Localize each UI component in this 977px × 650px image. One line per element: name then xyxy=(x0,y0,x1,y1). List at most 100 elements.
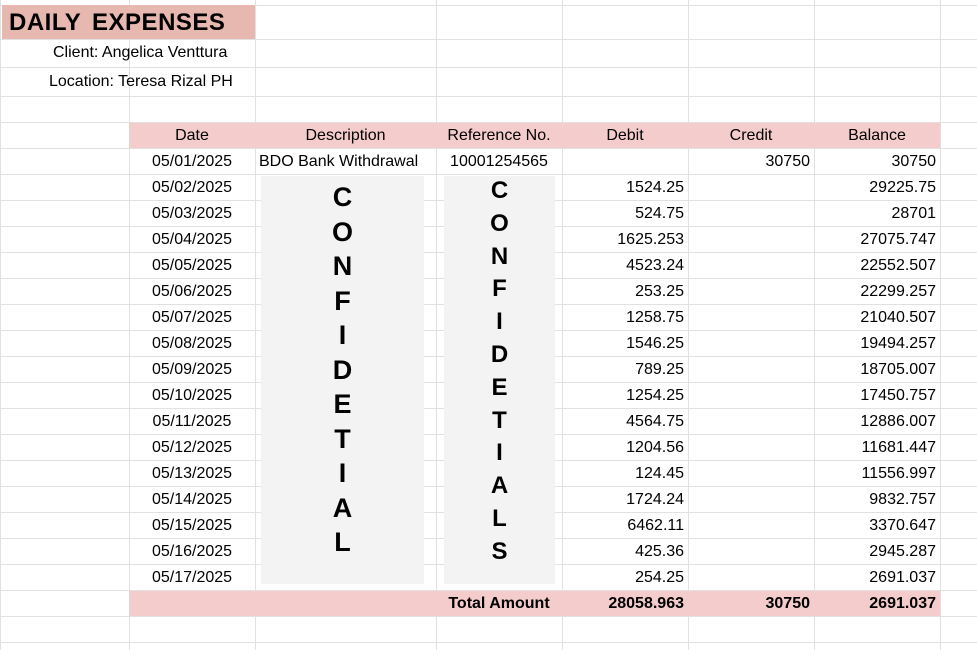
credit-cell[interactable] xyxy=(688,201,814,226)
date-cell[interactable]: 05/08/2025 xyxy=(129,331,255,356)
column-header-description[interactable]: Description xyxy=(255,123,436,148)
debit-cell[interactable]: 1254.25 xyxy=(562,383,688,408)
date-cell[interactable]: 05/09/2025 xyxy=(129,357,255,382)
column-header-balance[interactable]: Balance xyxy=(814,123,940,148)
balance-cell[interactable]: 11681.447 xyxy=(814,435,940,460)
date-cell[interactable]: 05/02/2025 xyxy=(129,175,255,200)
debit-cell[interactable]: 1204.56 xyxy=(562,435,688,460)
date-cell[interactable]: 05/05/2025 xyxy=(129,253,255,278)
spreadsheet-sheet[interactable]: DAILY EXPENSES Client: Angelica Venttura… xyxy=(0,0,977,650)
mask-letter: A xyxy=(332,492,353,523)
balance-cell[interactable]: 21040.507 xyxy=(814,305,940,330)
date-cell[interactable]: 05/03/2025 xyxy=(129,201,255,226)
credit-cell[interactable] xyxy=(688,435,814,460)
column-header-debit[interactable]: Debit xyxy=(562,123,688,148)
mask-letter: C xyxy=(332,182,353,212)
debit-cell[interactable]: 1724.24 xyxy=(562,487,688,512)
date-cell[interactable]: 05/04/2025 xyxy=(129,227,255,252)
debit-cell[interactable]: 789.25 xyxy=(562,357,688,382)
mask-letter: I xyxy=(496,308,503,336)
mask-letter: T xyxy=(334,423,351,454)
sheet-title[interactable]: DAILY EXPENSES xyxy=(2,5,255,39)
balance-cell[interactable]: 11556.997 xyxy=(814,461,940,486)
mask-letter: L xyxy=(334,527,351,557)
credit-cell[interactable]: 30750 xyxy=(688,149,814,174)
debit-cell[interactable]: 6462.11 xyxy=(562,513,688,538)
date-cell[interactable]: 05/01/2025 xyxy=(129,149,255,174)
description-redaction: CONFIDETIAL xyxy=(261,176,424,584)
credit-cell[interactable] xyxy=(688,409,814,434)
date-cell[interactable]: 05/10/2025 xyxy=(129,383,255,408)
credit-cell[interactable] xyxy=(688,487,814,512)
debit-cell[interactable]: 425.36 xyxy=(562,539,688,564)
total-label[interactable]: Total Amount xyxy=(436,591,562,616)
total-row-blank-description[interactable] xyxy=(255,591,436,616)
credit-cell[interactable] xyxy=(688,539,814,564)
debit-cell[interactable]: 253.25 xyxy=(562,279,688,304)
total-row-blank-date[interactable] xyxy=(129,591,255,616)
credit-cell[interactable] xyxy=(688,227,814,252)
date-cell[interactable]: 05/13/2025 xyxy=(129,461,255,486)
debit-cell[interactable]: 1524.25 xyxy=(562,175,688,200)
date-cell[interactable]: 05/14/2025 xyxy=(129,487,255,512)
balance-cell[interactable]: 19494.257 xyxy=(814,331,940,356)
date-cell[interactable]: 05/17/2025 xyxy=(129,565,255,590)
credit-cell[interactable] xyxy=(688,461,814,486)
debit-cell[interactable]: 1625.253 xyxy=(562,227,688,252)
reference-cell[interactable]: 10001254565 xyxy=(436,149,562,174)
column-header-date[interactable]: Date xyxy=(129,123,255,148)
column-header-reference[interactable]: Reference No. xyxy=(436,123,562,148)
date-cell[interactable]: 05/12/2025 xyxy=(129,435,255,460)
balance-cell[interactable]: 12886.007 xyxy=(814,409,940,434)
mask-letter: A xyxy=(490,472,509,500)
credit-cell[interactable] xyxy=(688,279,814,304)
balance-cell[interactable]: 29225.75 xyxy=(814,175,940,200)
mask-letter: N xyxy=(332,251,353,281)
date-cell[interactable]: 05/06/2025 xyxy=(129,279,255,304)
debit-cell[interactable]: 1546.25 xyxy=(562,331,688,356)
mask-letter: D xyxy=(332,354,353,385)
balance-cell[interactable]: 17450.757 xyxy=(814,383,940,408)
credit-cell[interactable] xyxy=(688,357,814,382)
credit-cell[interactable] xyxy=(688,565,814,590)
total-credit[interactable]: 30750 xyxy=(688,591,814,616)
total-balance[interactable]: 2691.037 xyxy=(814,591,940,616)
credit-cell[interactable] xyxy=(688,331,814,356)
date-cell[interactable]: 05/11/2025 xyxy=(129,409,255,434)
date-cell[interactable]: 05/15/2025 xyxy=(129,513,255,538)
debit-cell[interactable]: 124.45 xyxy=(562,461,688,486)
debit-cell[interactable]: 4564.75 xyxy=(562,409,688,434)
balance-cell[interactable]: 22552.507 xyxy=(814,253,940,278)
mask-letter: F xyxy=(334,285,351,316)
balance-cell[interactable]: 18705.007 xyxy=(814,357,940,382)
debit-cell[interactable]: 524.75 xyxy=(562,201,688,226)
balance-cell[interactable]: 2945.287 xyxy=(814,539,940,564)
debit-cell[interactable]: 4523.24 xyxy=(562,253,688,278)
client-label[interactable]: Client: Angelica Venttura xyxy=(53,41,303,65)
credit-cell[interactable] xyxy=(688,253,814,278)
balance-cell[interactable]: 2691.037 xyxy=(814,565,940,590)
description-cell[interactable]: BDO Bank Withdrawal xyxy=(255,149,436,174)
balance-cell[interactable]: 28701 xyxy=(814,201,940,226)
column-header-credit[interactable]: Credit xyxy=(688,123,814,148)
reference-redaction: CONFIDETIALS xyxy=(444,176,555,584)
debit-cell[interactable]: 254.25 xyxy=(562,565,688,590)
total-debit[interactable]: 28058.963 xyxy=(562,591,688,616)
credit-cell[interactable] xyxy=(688,513,814,538)
balance-cell[interactable]: 30750 xyxy=(814,149,940,174)
mask-letter: T xyxy=(492,406,507,434)
credit-cell[interactable] xyxy=(688,305,814,330)
date-cell[interactable]: 05/16/2025 xyxy=(129,539,255,564)
balance-cell[interactable]: 27075.747 xyxy=(814,227,940,252)
balance-cell[interactable]: 9832.757 xyxy=(814,487,940,512)
credit-cell[interactable] xyxy=(688,175,814,200)
balance-cell[interactable]: 22299.257 xyxy=(814,279,940,304)
debit-cell[interactable] xyxy=(562,149,688,174)
mask-letter: S xyxy=(491,537,508,565)
balance-cell[interactable]: 3370.647 xyxy=(814,513,940,538)
location-label[interactable]: Location: Teresa Rizal PH xyxy=(49,70,309,94)
date-cell[interactable]: 05/07/2025 xyxy=(129,305,255,330)
mask-letter: C xyxy=(490,177,509,204)
credit-cell[interactable] xyxy=(688,383,814,408)
debit-cell[interactable]: 1258.75 xyxy=(562,305,688,330)
